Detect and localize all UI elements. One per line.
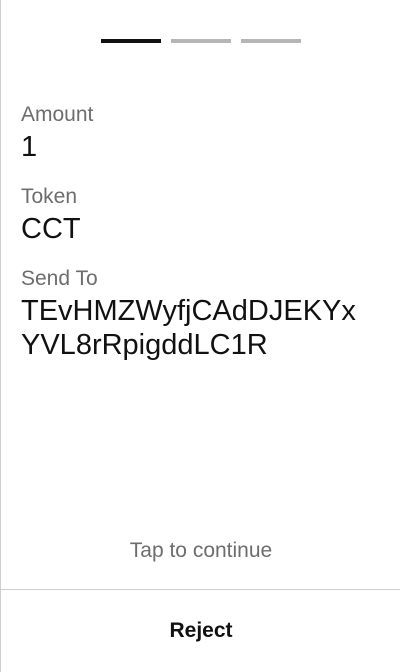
amount-value: 1 <box>21 131 38 163</box>
step-indicator-2 <box>171 39 231 43</box>
sign-transaction-screen[interactable]: Amount 1 Token CCT Send To TEvHMZWyfjCAd… <box>0 0 400 672</box>
step-indicator <box>101 39 301 43</box>
step-indicator-1 <box>101 39 161 43</box>
amount-label: Amount <box>21 103 94 126</box>
reject-button[interactable]: Reject <box>1 590 400 672</box>
token-value: CCT <box>21 213 81 245</box>
transaction-details: Amount 1 Token CCT Send To TEvHMZWyfjCAd… <box>21 100 381 380</box>
send-to-address: TEvHMZWyfjCAdDJEKYxYVL8rRpigddLC1R <box>21 295 356 361</box>
send-to-label: Send To <box>21 267 98 290</box>
token-label: Token <box>21 185 78 208</box>
step-indicator-3 <box>241 39 301 43</box>
tap-to-continue-hint[interactable]: Tap to continue <box>1 536 400 566</box>
